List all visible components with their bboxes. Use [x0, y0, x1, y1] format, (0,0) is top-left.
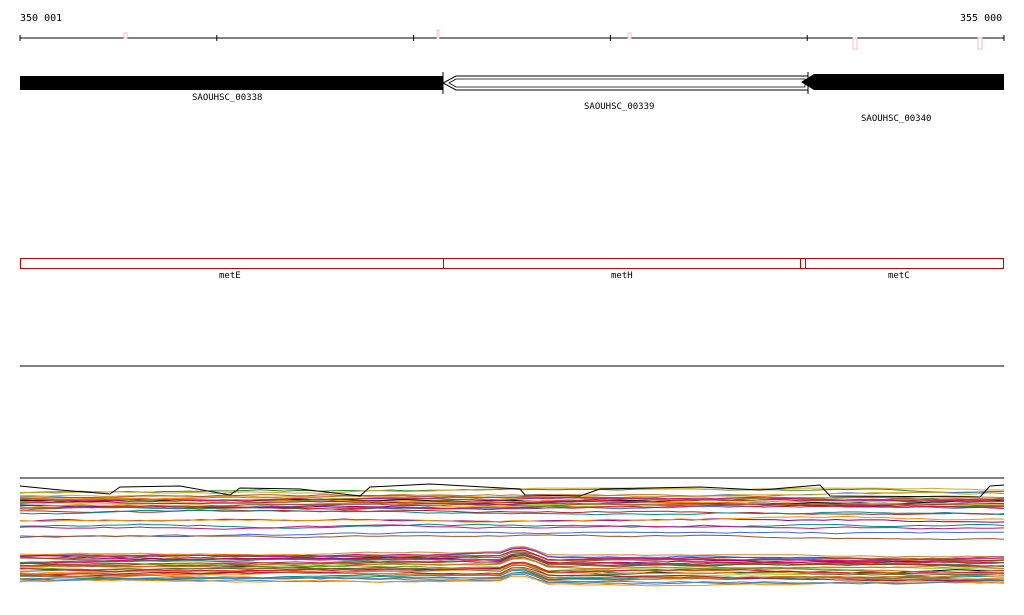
genome-browser-view: 350 001 355 000 SAOUHSC_00338 SAOUHSC_00…	[0, 0, 1024, 611]
ruler-markers	[123, 29, 983, 50]
ruler-marker	[436, 29, 440, 39]
gene-arrow-saouhsc-00339[interactable]	[441, 75, 809, 91]
region-box-meth-end	[800, 258, 806, 269]
ruler-marker	[977, 37, 983, 50]
ruler-marker	[852, 37, 858, 50]
gene-label-saouhsc-00338: SAOUHSC_00338	[192, 93, 262, 103]
ruler-start-label: 350 001	[20, 13, 63, 24]
expression-line	[19, 534, 1005, 541]
region-box-metc[interactable]	[805, 258, 1004, 269]
region-label-metc: metC	[888, 271, 910, 281]
ruler-end-label: 355 000	[960, 13, 1003, 24]
ruler-marker	[627, 32, 632, 39]
expression-track	[19, 477, 1005, 587]
gene-track: SAOUHSC_00338 SAOUHSC_00339 SAOUHSC_0034…	[20, 72, 1004, 124]
gene-label-saouhsc-00340: SAOUHSC_00340	[861, 114, 931, 124]
expression-line	[19, 488, 1005, 494]
gene-label-saouhsc-00339: SAOUHSC_00339	[584, 102, 654, 112]
gene-arrow-saouhsc-00340[interactable]	[801, 74, 1004, 90]
genome-tracks: SAOUHSC_00338 SAOUHSC_00339 SAOUHSC_0034…	[19, 29, 1005, 587]
coordinate-ruler	[19, 29, 1005, 50]
region-track: metE metH metC	[20, 258, 1004, 281]
region-box-meth[interactable]	[443, 258, 801, 269]
ruler-marker	[123, 32, 128, 39]
region-label-meth: metH	[611, 271, 633, 281]
gene-arrow-saouhsc-00338[interactable]	[20, 76, 443, 90]
region-box-mete[interactable]	[20, 258, 444, 269]
region-label-mete: metE	[219, 271, 241, 281]
expression-lines	[19, 483, 1005, 587]
